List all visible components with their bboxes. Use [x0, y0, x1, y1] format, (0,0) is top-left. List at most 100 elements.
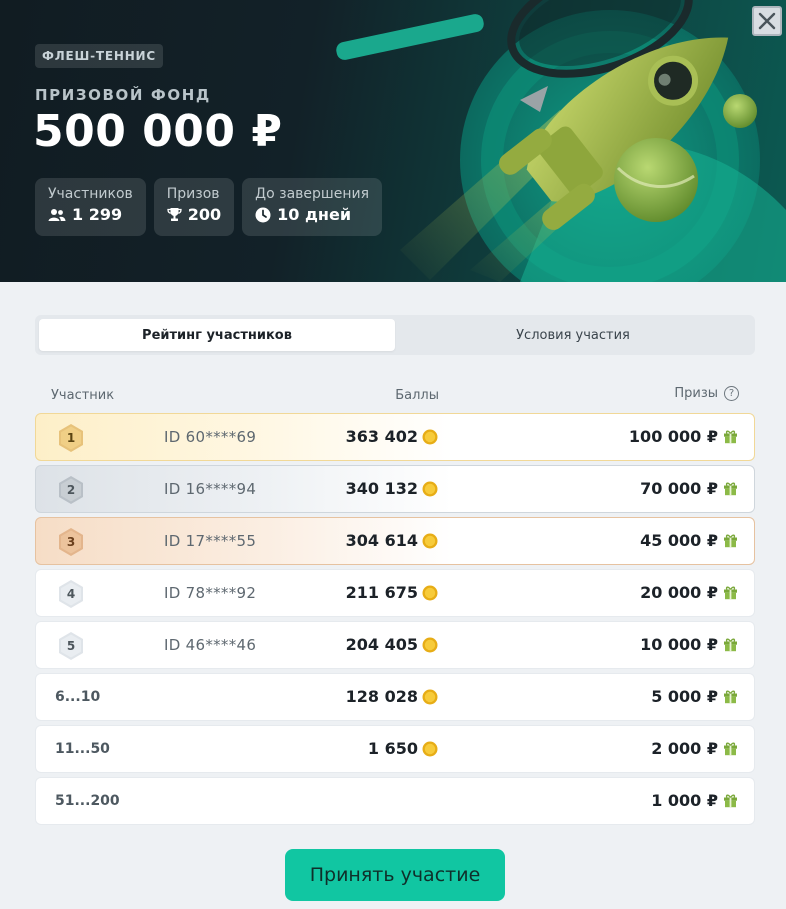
points-value: 363 402 [345, 427, 418, 446]
points-cell: 204 405 [346, 635, 438, 654]
place-range: 51...200 [55, 793, 120, 809]
table-row: 6...10 128 028 5 000 ₽ [35, 673, 755, 721]
prize-cell: 100 000 ₽ [629, 427, 738, 446]
place-number: 3 [66, 535, 76, 549]
place-number: 1 [66, 431, 76, 445]
participant-id: ID 17****55 [164, 532, 257, 550]
prize-value: 2 000 ₽ [651, 739, 718, 758]
prize-value: 100 000 ₽ [628, 427, 718, 446]
gift-icon [724, 534, 737, 548]
hero-banner: ФЛЕШ-ТЕННИС ПРИЗОВОЙ ФОНД 500 000 ₽ Учас… [0, 0, 786, 282]
coin-icon [422, 741, 438, 756]
place-badge: 5 [57, 631, 85, 661]
participant-id: ID 46****46 [164, 636, 257, 654]
stat-prizes: Призов 200 [153, 178, 235, 236]
stat-value: 1 299 [72, 205, 123, 224]
column-prizes-label: Призы [674, 386, 718, 401]
prize-value: 10 000 ₽ [640, 635, 718, 654]
points-value: 128 028 [345, 687, 418, 706]
stats-panel: Участников 1 299 Призов 200 До завершени… [35, 178, 382, 236]
join-button[interactable]: Принять участие [285, 849, 505, 901]
points-value: 340 132 [345, 479, 418, 498]
tab-conditions[interactable]: Условия участия [395, 319, 751, 351]
prize-cell: 1 000 ₽ [651, 791, 738, 810]
participant-id: ID 78****92 [164, 584, 257, 602]
leaderboard: 1 ID 60****69 363 402 100 000 ₽ 2 ID 16*… [35, 413, 755, 829]
stat-participants: Участников 1 299 [35, 178, 146, 236]
points-cell: 128 028 [346, 687, 438, 706]
points-cell: 304 614 [346, 531, 438, 550]
gift-icon [724, 794, 737, 808]
points-value: 211 675 [345, 583, 418, 602]
participant-id: ID 60****69 [164, 428, 257, 446]
table-row: 5 ID 46****46 204 405 10 000 ₽ [35, 621, 755, 669]
place-range: 11...50 [55, 741, 110, 757]
clock-icon [255, 207, 271, 222]
gift-icon [724, 482, 737, 496]
close-button[interactable] [752, 6, 782, 36]
gift-icon [724, 430, 737, 444]
table-row: 3 ID 17****55 304 614 45 000 ₽ [35, 517, 755, 565]
prize-value: 1 000 ₽ [651, 791, 718, 810]
points-value: 1 650 [367, 739, 418, 758]
place-badge-bronze: 3 [57, 527, 85, 557]
tab-rating[interactable]: Рейтинг участников [39, 319, 395, 351]
close-icon [758, 12, 776, 30]
prize-cell: 2 000 ₽ [651, 739, 738, 758]
column-participant: Участник [51, 388, 115, 403]
points-value: 304 614 [345, 531, 418, 550]
coin-icon [422, 481, 438, 496]
trophy-icon [167, 208, 182, 221]
place-number: 2 [66, 483, 76, 497]
coin-icon [422, 533, 438, 548]
place-range: 6...10 [55, 689, 101, 705]
place-badge: 4 [57, 579, 85, 609]
prize-value: 5 000 ₽ [651, 687, 718, 706]
prize-fund-amount: 500 000 ₽ [33, 106, 283, 157]
prize-cell: 10 000 ₽ [640, 635, 738, 654]
prize-cell: 45 000 ₽ [640, 531, 738, 550]
gift-icon [724, 638, 737, 652]
table-row: 51...200 1 000 ₽ [35, 777, 755, 825]
coin-icon [422, 689, 438, 704]
place-number: 4 [66, 587, 76, 601]
place-badge-gold: 1 [57, 423, 85, 453]
prize-value: 45 000 ₽ [640, 531, 718, 550]
stat-time-left: До завершения 10 дней [242, 178, 382, 236]
prize-cell: 70 000 ₽ [640, 479, 738, 498]
coin-icon [422, 637, 438, 652]
tabs: Рейтинг участников Условия участия [35, 315, 755, 355]
participant-id: ID 16****94 [164, 480, 257, 498]
stat-label: Призов [166, 186, 220, 202]
stat-value: 10 дней [277, 205, 352, 224]
help-icon[interactable]: ? [724, 386, 739, 401]
stat-value: 200 [187, 205, 222, 224]
coin-icon [422, 585, 438, 600]
column-prizes: Призы ? [674, 386, 739, 401]
points-value: 204 405 [345, 635, 418, 654]
table-header: Участник Баллы Призы ? [35, 386, 755, 406]
points-cell: 211 675 [346, 583, 438, 602]
table-row: 1 ID 60****69 363 402 100 000 ₽ [35, 413, 755, 461]
points-cell: 363 402 [346, 427, 438, 446]
coin-icon [422, 429, 438, 444]
place-number: 5 [66, 639, 76, 653]
gift-icon [724, 690, 737, 704]
prize-cell: 20 000 ₽ [640, 583, 738, 602]
prize-cell: 5 000 ₽ [651, 687, 738, 706]
prize-value: 20 000 ₽ [640, 583, 718, 602]
table-row: 4 ID 78****92 211 675 20 000 ₽ [35, 569, 755, 617]
table-row: 11...50 1 650 2 000 ₽ [35, 725, 755, 773]
stat-label: До завершения [255, 186, 369, 202]
tournament-tag: ФЛЕШ-ТЕННИС [35, 44, 163, 68]
points-cell: 1 650 [368, 739, 438, 758]
table-row: 2 ID 16****94 340 132 70 000 ₽ [35, 465, 755, 513]
prize-fund-label: ПРИЗОВОЙ ФОНД [35, 86, 211, 104]
column-points: Баллы [395, 388, 439, 403]
gift-icon [724, 586, 737, 600]
prize-value: 70 000 ₽ [640, 479, 718, 498]
users-icon [48, 208, 66, 221]
place-badge-silver: 2 [57, 475, 85, 505]
stat-label: Участников [48, 186, 133, 202]
points-cell: 340 132 [346, 479, 438, 498]
